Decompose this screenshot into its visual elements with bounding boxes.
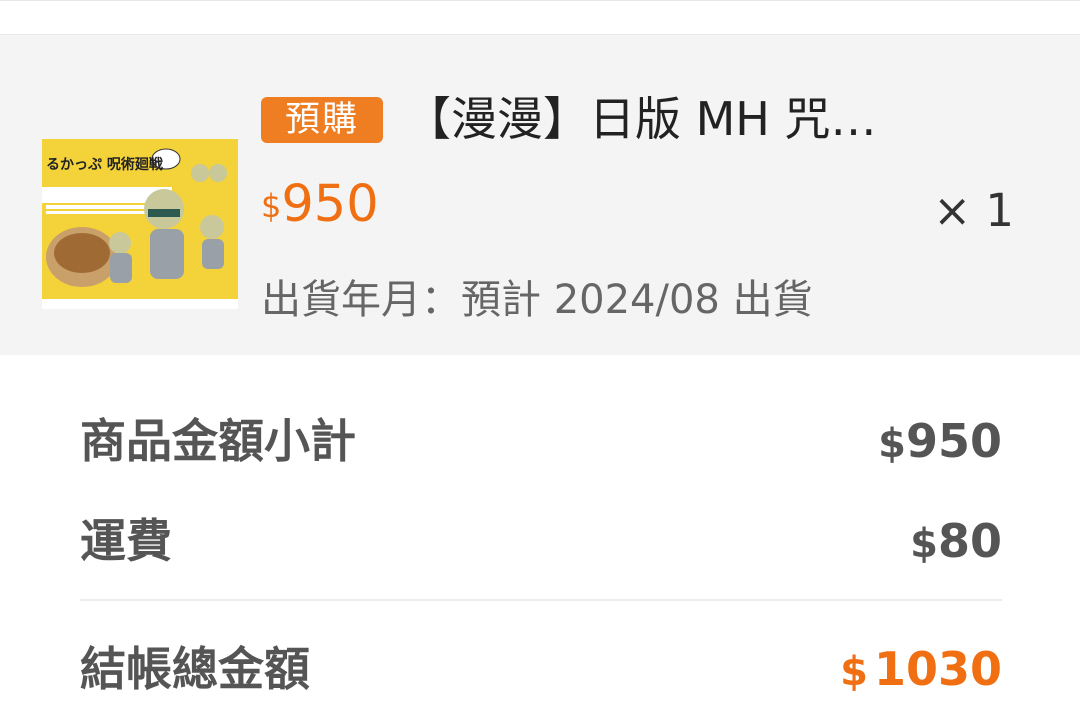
product-title[interactable]: 【漫漫】日版 MH 咒… [405,89,965,149]
subtotal-row: 商品金額小計 $950 [80,411,1002,471]
total-currency: $ [840,649,868,695]
total-amount: $1030 [840,639,1002,702]
subtotal-amount: $950 [878,411,1002,474]
product-quantity: × 1 [933,184,1014,237]
preorder-badge: 預購 [261,97,383,143]
shipping-fee-amount: $80 [910,511,1002,574]
subtotal-label: 商品金額小計 [80,414,356,468]
price-currency: $ [261,187,282,225]
price-value: 950 [281,175,379,234]
total-value: 1030 [873,642,1002,696]
product-image: るかっぷ 呪術廻戦 [42,139,238,309]
product-price: $950 [261,175,379,235]
total-label: 結帳總金額 [80,642,310,696]
shipping-fee-value: 80 [937,514,1002,568]
checkout-page: るかっぷ 呪術廻戦 預購 【漫漫】日版 MH 咒… $950 × 1 出貨年月：… [0,0,1080,725]
thumbnail-title: るかっぷ 呪術廻戦 [46,156,164,173]
order-item-card[interactable]: るかっぷ 呪術廻戦 預購 【漫漫】日版 MH 咒… $950 × 1 出貨年月：… [0,34,1080,355]
shipping-fee-row: 運費 $80 [80,511,1002,571]
summary-divider [80,599,1002,601]
shipping-fee-label: 運費 [80,514,172,568]
subtotal-value: 950 [905,414,1002,468]
shipping-fee-currency: $ [910,521,938,567]
product-thumbnail[interactable]: るかっぷ 呪術廻戦 [42,139,238,309]
total-row: 結帳總金額 $1030 [80,639,1002,699]
subtotal-currency: $ [878,421,906,467]
shipping-date: 出貨年月：預計 2024/08 出貨 [261,277,813,323]
